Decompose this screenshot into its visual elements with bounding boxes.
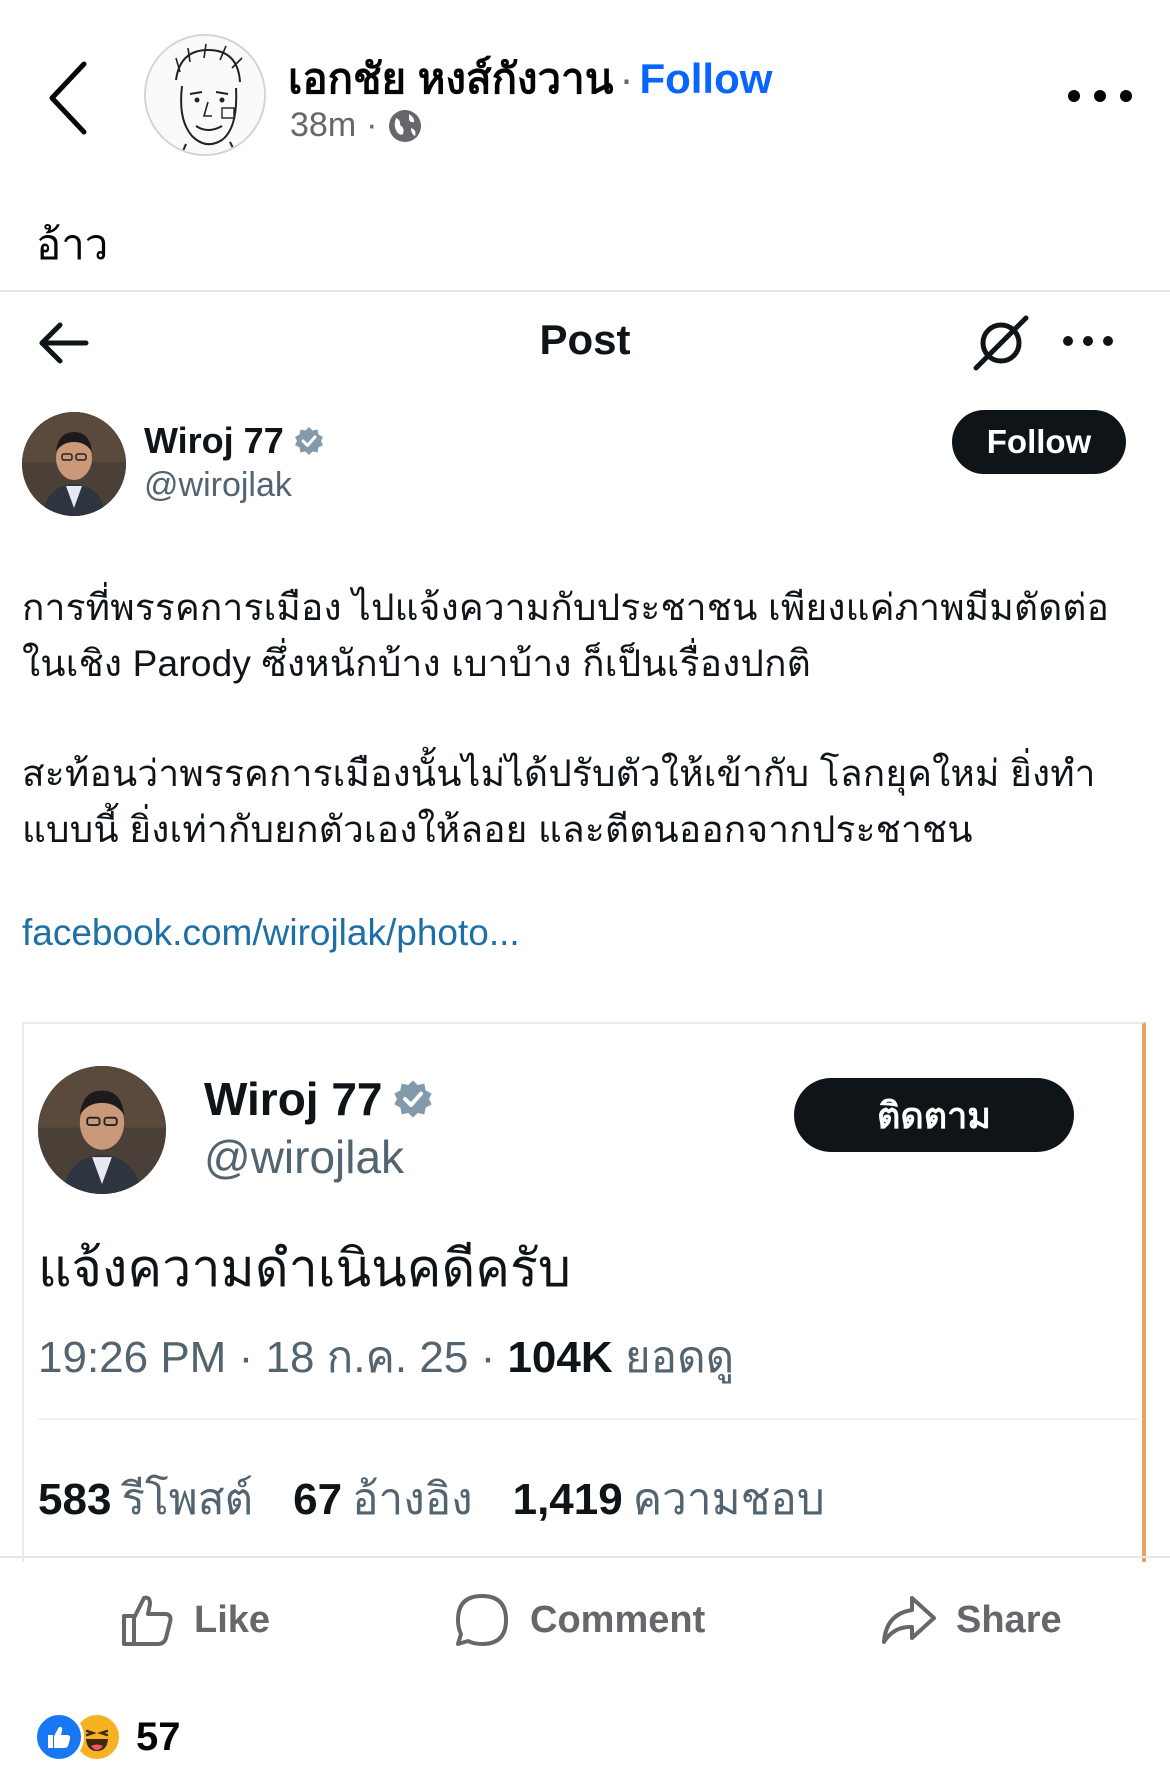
post-meta: 38m · <box>290 106 423 145</box>
likes-count: 1,419 <box>512 1475 623 1524</box>
author-avatar[interactable] <box>144 34 266 156</box>
more-options-icon[interactable] <box>1062 78 1138 114</box>
quotes-label: อ้างอิง <box>352 1475 473 1524</box>
like-icon <box>122 1595 173 1646</box>
like-label: Like <box>194 1598 271 1641</box>
reactions-summary[interactable]: 57 <box>34 1712 181 1762</box>
share-button[interactable]: Share <box>878 1588 1062 1652</box>
reaction-count: 57 <box>136 1714 181 1759</box>
like-reaction-icon <box>34 1712 84 1762</box>
quoted-views-label: ยอดดู <box>624 1333 735 1382</box>
actions-divider <box>0 1556 1170 1558</box>
meta-separator: · <box>366 106 378 144</box>
caption-divider <box>0 290 1170 292</box>
reposts-count: 583 <box>38 1475 112 1524</box>
grok-icon <box>970 312 1032 374</box>
quoted-author-avatar <box>38 1066 166 1194</box>
name-separator: · <box>619 55 634 102</box>
reposts-label: รีโพสต์ <box>121 1475 254 1524</box>
reposts-stat: 583 รีโพสต์ <box>38 1464 253 1534</box>
x-post-text-line: สะท้อนว่าพรรคการเมืองนั้นไม่ได้ปรับตัวให… <box>22 753 1096 794</box>
like-button[interactable]: Like <box>116 1588 270 1652</box>
meta-separator: · <box>480 1333 496 1382</box>
quoted-tweet-meta: 19:26 PM · 18 ก.ค. 25 · 104K ยอดดู <box>38 1322 734 1392</box>
post-time[interactable]: 38m <box>290 106 356 145</box>
x-follow-button: Follow <box>952 410 1126 474</box>
x-post-text-line: แบบนี้ ยิ่งเท่ากับยกตัวเองให้ลอย และตีตน… <box>22 809 973 850</box>
quoted-time: 19:26 PM <box>38 1333 227 1382</box>
share-label: Share <box>956 1598 1062 1641</box>
quoted-author-name-row: Wiroj 77 <box>204 1072 433 1126</box>
author-name[interactable]: เอกชัย หงส์กังวาน <box>288 55 613 102</box>
verified-badge-icon <box>393 1080 432 1118</box>
quotes-count: 67 <box>293 1475 343 1524</box>
quoted-author-handle: @wirojlak <box>204 1131 405 1183</box>
x-author-name-row: Wiroj 77 <box>144 420 324 462</box>
quoted-divider <box>38 1418 1138 1420</box>
x-author-handle: @wirojlak <box>144 466 292 504</box>
x-post-link: facebook.com/wirojlak/photo... <box>22 912 520 953</box>
post-caption: อ้าว <box>36 221 109 268</box>
comment-label: Comment <box>530 1598 706 1641</box>
comment-button[interactable]: Comment <box>452 1588 705 1652</box>
likes-label: ความชอบ <box>632 1475 825 1524</box>
quoted-tweet-text: แจ้งความดำเนินคดีครับ <box>38 1240 571 1298</box>
quoted-follow-button: ติดตาม <box>794 1078 1074 1152</box>
x-post-text-line: ในเชิง Parody ซึ่งหนักบ้าง เบาบ้าง ก็เป็… <box>22 643 811 684</box>
meta-separator: · <box>238 1333 254 1382</box>
quotes-stat: 67 อ้างอิง <box>293 1464 472 1534</box>
x-more-options-icon <box>1060 332 1116 350</box>
x-author-name: Wiroj 77 <box>144 420 284 461</box>
back-chevron-icon[interactable] <box>44 58 100 138</box>
x-author-avatar <box>22 412 126 516</box>
author-name-row: เอกชัย หงส์กังวาน · Follow <box>288 46 772 112</box>
quoted-views-count: 104K <box>507 1333 613 1382</box>
likes-stat: 1,419 ความชอบ <box>513 1464 825 1534</box>
verified-badge-icon <box>294 427 323 455</box>
quoted-author-name: Wiroj 77 <box>204 1073 383 1125</box>
follow-link[interactable]: Follow <box>639 55 772 102</box>
quoted-tweet-card: Wiroj 77 @wirojlak ติดตาม แจ้งความดำเนิน… <box>22 1022 1146 1562</box>
quoted-stats: 583 รีโพสต์ 67 อ้างอิง 1,419 ความชอบ <box>38 1464 825 1534</box>
comment-icon <box>456 1594 508 1646</box>
globe-icon <box>389 109 422 142</box>
x-post-text-line: การที่พรรคการเมือง ไปแจ้งความกับประชาชน … <box>22 587 1110 628</box>
quoted-date: 18 ก.ค. 25 <box>265 1333 469 1382</box>
share-icon <box>882 1596 936 1644</box>
